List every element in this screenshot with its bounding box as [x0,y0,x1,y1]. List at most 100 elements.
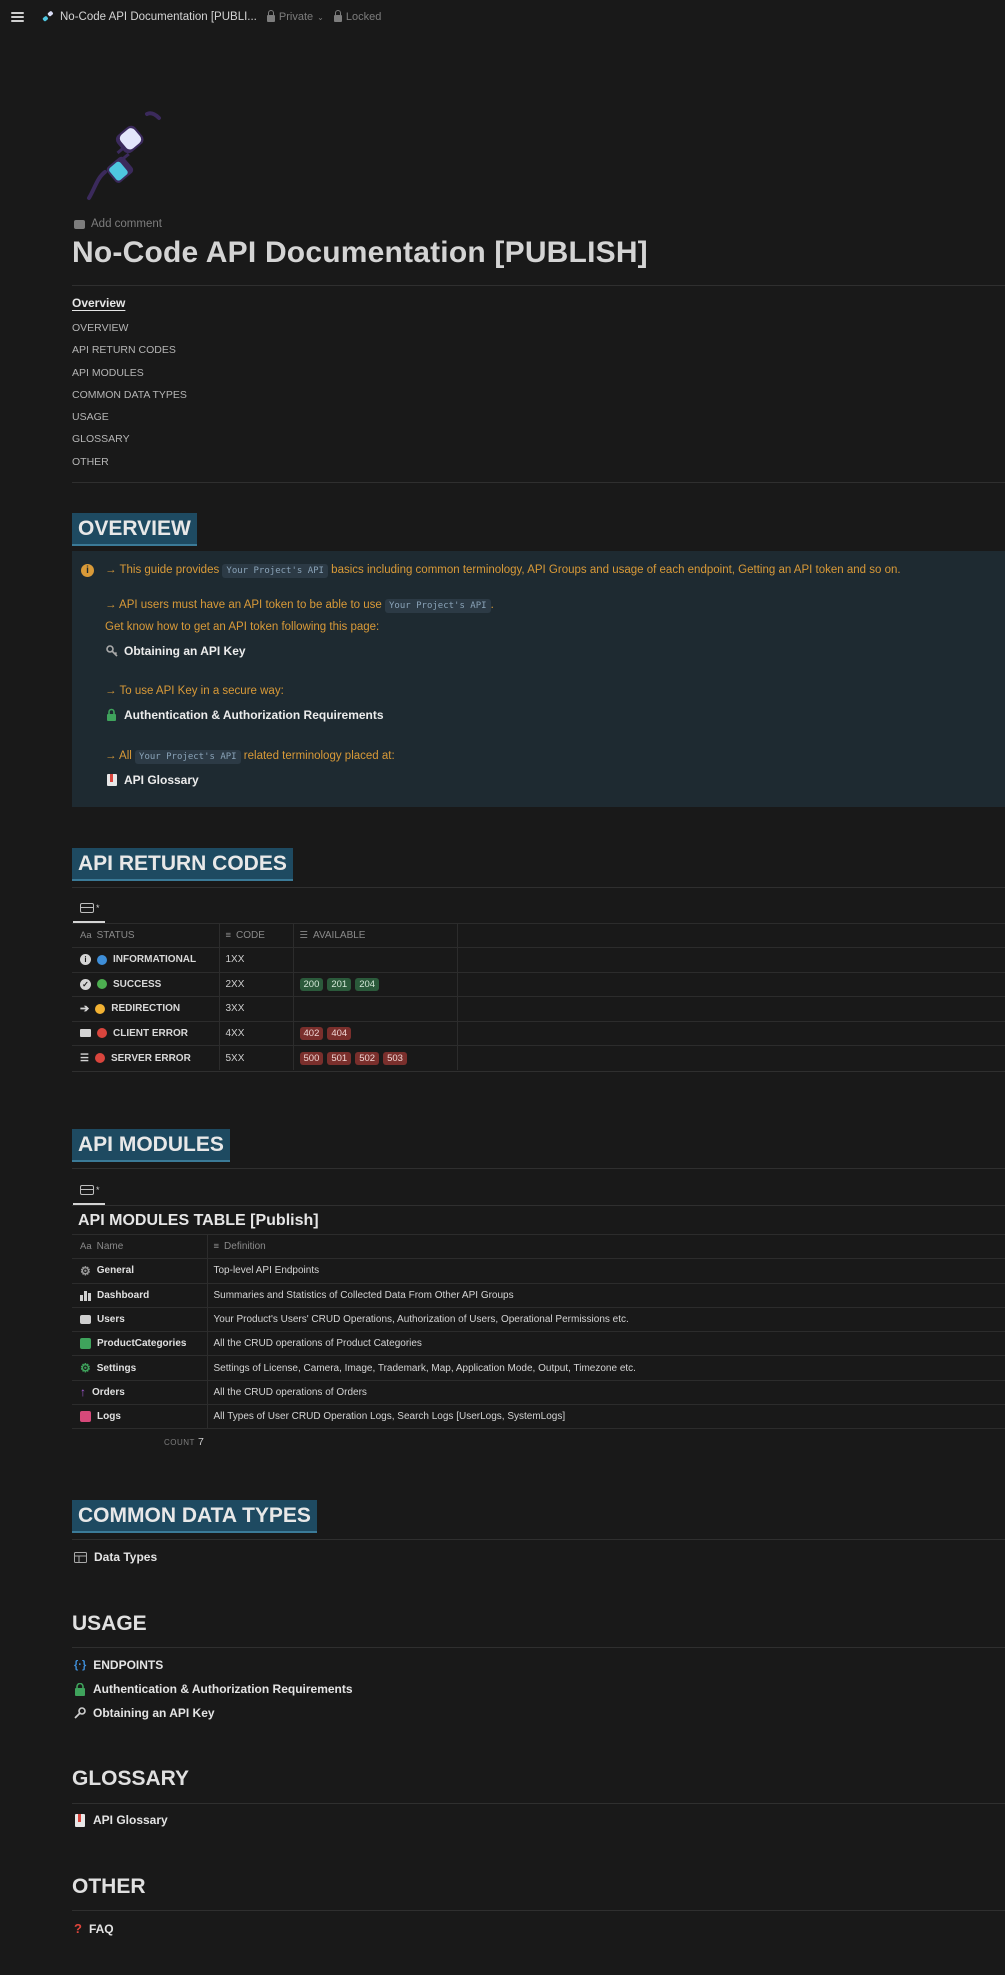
available-cell[interactable]: 200 201 204 [293,971,458,997]
available-cell[interactable] [293,947,458,972]
section-heading-common-data-types: COMMON DATA TYPES [72,1500,317,1533]
plug-icon [42,11,53,22]
code-cell[interactable]: 5XX [219,1045,294,1070]
callout-text: related terminology placed at: [243,750,395,762]
table-row[interactable]: ⚙ Settings Settings of License, Camera, I… [72,1355,1005,1381]
lock-icon [333,10,342,22]
divider [72,1168,1005,1169]
table-view-icon[interactable] [80,1185,94,1195]
link-endpoints[interactable]: {·} ENDPOINTS [74,1658,163,1672]
column-header-name[interactable]: Aa Name [72,1233,208,1260]
toc-item-glossary[interactable]: GLOSSARY [72,431,187,453]
definition-cell[interactable]: Top-level API Endpoints [207,1258,1005,1284]
add-comment-label: Add comment [91,218,162,230]
link-obtaining-api-key[interactable]: Obtaining an API Key [74,1706,215,1720]
table-view-icon[interactable] [80,903,94,913]
available-cell[interactable] [293,996,458,1021]
status-dot-icon [97,954,107,965]
name-cell[interactable]: ⚙ Settings [72,1355,208,1381]
status-cell[interactable]: i INFORMATIONAL [72,947,220,972]
toc-item-other[interactable]: OTHER [72,454,187,476]
module-name: Dashboard [97,1289,150,1301]
lock-status[interactable]: Locked [333,10,381,23]
link-label: ENDPOINTS [93,1658,164,1672]
breadcrumb-page-title[interactable]: No-Code API Documentation [PUBLI... [60,11,257,23]
add-comment-button[interactable]: Add comment [74,218,162,230]
toc-item-overview[interactable]: OVERVIEW [72,320,187,342]
definition-cell[interactable]: Summaries and Statistics of Collected Da… [207,1282,1005,1308]
name-cell[interactable]: ⚙ General [72,1258,208,1284]
privacy-selector[interactable]: Private ⌄ [266,10,324,23]
column-header-definition[interactable]: ≡ Definition [207,1233,1005,1260]
table-row[interactable]: ☰ SERVER ERROR 5XX 500 501 502 503 [72,1045,1005,1070]
link-auth-requirements[interactable]: Authentication & Authorization Requireme… [74,1682,353,1696]
comment-icon [74,219,85,229]
name-cell[interactable]: ↑ Orders [72,1379,208,1406]
callout-text: . [490,599,494,611]
callout-text: → API users must have an API token to be… [105,599,382,611]
name-cell[interactable]: ProductCategories [72,1331,208,1357]
table-row[interactable]: ⚙ General Top-level API Endpoints [72,1258,1005,1284]
definition-cell[interactable]: All the CRUD operations of Product Categ… [207,1331,1005,1357]
code-cell[interactable]: 4XX [219,1020,294,1046]
view-tab-label[interactable]: * [96,903,100,913]
definition-cell[interactable]: Settings of License, Camera, Image, Trad… [207,1355,1005,1381]
status-cell[interactable]: ➔ REDIRECTION [72,996,220,1021]
toc-item-api-return-codes[interactable]: API RETURN CODES [72,342,187,364]
link-api-glossary[interactable]: API Glossary [105,773,199,787]
available-cell[interactable]: 500 501 502 503 [293,1045,458,1070]
list-icon: ☰ [299,930,309,941]
status-cell[interactable]: ☰ SERVER ERROR [72,1045,220,1070]
text-lines-icon: ≡ [225,930,232,941]
table-row[interactable]: ➔ REDIRECTION 3XX [72,996,1005,1021]
name-cell[interactable]: Dashboard [72,1282,208,1308]
braces-icon: {·} [74,1659,87,1671]
table-row[interactable]: ProductCategories All the CRUD operation… [72,1331,1005,1357]
name-cell[interactable]: Logs [72,1404,208,1430]
toc-item-usage[interactable]: USAGE [72,409,187,431]
definition-cell[interactable]: All the CRUD operations of Orders [207,1379,1005,1406]
row-count[interactable]: COUNT 7 [164,1436,204,1448]
table-row[interactable]: Logs All Types of User CRUD Operation Lo… [72,1404,1005,1430]
view-tab-label[interactable]: * [96,1185,100,1195]
menu-icon[interactable] [11,12,24,22]
inline-code: Your Project's API [135,750,241,764]
available-cell[interactable]: 402 404 [293,1020,458,1046]
link-obtaining-api-key[interactable]: Obtaining an API Key [105,644,246,658]
table-row[interactable]: ✓ SUCCESS 2XX 200 201 204 [72,971,1005,997]
column-label: Name [96,1241,124,1253]
code-cell[interactable]: 2XX [219,971,294,997]
status-cell[interactable]: CLIENT ERROR [72,1020,220,1046]
divider [72,285,1005,286]
table-row[interactable]: Dashboard Summaries and Statistics of Co… [72,1282,1005,1308]
table-row[interactable]: CLIENT ERROR 4XX 402 404 [72,1020,1005,1046]
toc-heading[interactable]: Overview [72,296,125,310]
table-row[interactable]: Users Your Product's Users' CRUD Operati… [72,1306,1005,1333]
code-cell[interactable]: 3XX [219,996,294,1021]
section-heading-api-modules: API MODULES [72,1129,230,1162]
toc-item-api-modules[interactable]: API MODULES [72,365,187,387]
privacy-label: Private [278,11,314,23]
definition-cell[interactable]: All Types of User CRUD Operation Logs, S… [207,1404,1005,1430]
column-header-available[interactable]: ☰ AVAILABLE [293,923,458,948]
name-cell[interactable]: Users [72,1306,208,1333]
status-cell[interactable]: ✓ SUCCESS [72,971,220,997]
section-heading-usage: USAGE [72,1612,147,1635]
lock-icon [266,10,275,22]
count-value: 7 [197,1436,205,1448]
column-header-status[interactable]: Aa STATUS [72,923,220,948]
column-header-code[interactable]: ≡ CODE [219,923,294,948]
link-api-glossary[interactable]: API Glossary [74,1813,168,1827]
link-label: Obtaining an API Key [93,1706,215,1720]
link-data-types[interactable]: Data Types [74,1550,157,1564]
code-cell[interactable]: 1XX [219,947,294,972]
definition-cell[interactable]: Your Product's Users' CRUD Operations, A… [207,1306,1005,1333]
status-dot-icon [97,1028,107,1039]
section-heading-glossary: GLOSSARY [72,1767,190,1790]
toc-item-common-data-types[interactable]: COMMON DATA TYPES [72,387,187,409]
link-auth-requirements[interactable]: Authentication & Authorization Requireme… [105,708,384,722]
table-row[interactable]: i INFORMATIONAL 1XX [72,947,1005,972]
link-faq[interactable]: ? FAQ [74,1921,114,1936]
table-row[interactable]: ↑ Orders All the CRUD operations of Order… [72,1379,1005,1406]
database-title[interactable]: API MODULES TABLE [Publish] [78,1212,319,1230]
